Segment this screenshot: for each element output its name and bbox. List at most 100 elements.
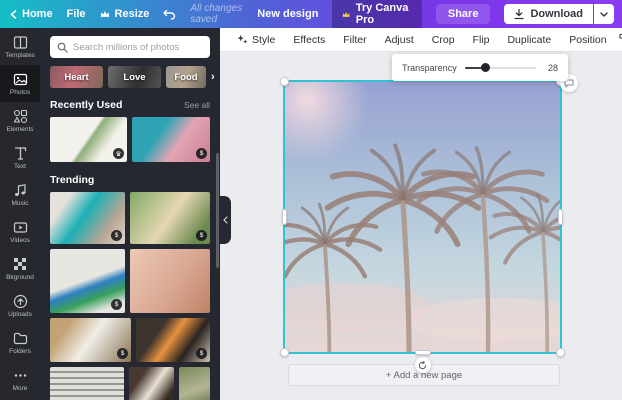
- photo-thumb-vintage-portrait[interactable]: [179, 367, 210, 400]
- sidebar-item-text[interactable]: Text: [0, 139, 40, 176]
- see-all-link[interactable]: See all: [184, 100, 210, 110]
- paid-badge: $: [111, 230, 122, 241]
- photo-thumb-overhead-potting-plants[interactable]: $: [50, 318, 131, 362]
- chip-food[interactable]: Food: [166, 66, 206, 88]
- photo-thumb-window-blinds[interactable]: [50, 367, 124, 400]
- recently-used-title: Recently Used: [50, 99, 123, 111]
- collapse-chevron-icon: [223, 216, 228, 224]
- transparency-label: Transparency: [402, 62, 457, 73]
- filter-button[interactable]: Filter: [334, 34, 375, 46]
- selection-handle-bottom[interactable]: [414, 350, 431, 355]
- photo-thumb-hands-holding-globe[interactable]: $: [50, 249, 125, 313]
- photo-thumb-man-exercising-home[interactable]: $: [50, 192, 125, 244]
- sidebar-item-label: Templates: [5, 51, 35, 59]
- copy-style-button[interactable]: [618, 31, 622, 49]
- selection-handle-bottom-left[interactable]: [280, 348, 289, 357]
- crop-button[interactable]: Crop: [423, 34, 464, 46]
- download-options-button[interactable]: [594, 4, 614, 24]
- chip-heart-label: Heart: [64, 71, 89, 83]
- selection-handle-right[interactable]: [558, 209, 563, 225]
- music-icon: [13, 183, 28, 198]
- sidebar-item-folders[interactable]: Folders: [0, 324, 40, 361]
- sidebar-item-music[interactable]: Music: [0, 176, 40, 213]
- style-button[interactable]: Style: [228, 34, 284, 46]
- sidebar-item-photos[interactable]: Photos: [0, 65, 40, 102]
- style-sparkle-icon: [237, 34, 248, 44]
- chips-next-arrow[interactable]: ›: [211, 71, 215, 83]
- back-chevron-icon: [10, 9, 17, 19]
- sidebar-item-videos[interactable]: Videos: [0, 213, 40, 250]
- photos-panel: Heart Love Food › Recently Used See all …: [40, 28, 220, 400]
- photo-thumb-girl-pink-wall[interactable]: [130, 249, 210, 313]
- adjust-button[interactable]: Adjust: [376, 34, 423, 46]
- flip-button[interactable]: Flip: [464, 34, 499, 46]
- paid-badge: $: [196, 148, 207, 159]
- sidebar-item-more[interactable]: More: [0, 361, 40, 398]
- file-menu[interactable]: File: [67, 8, 86, 20]
- autosave-status: All changes saved: [190, 3, 243, 25]
- sidebar-rail: Templates Photos Elements Text Music Videos Bk…: [0, 28, 40, 400]
- sidebar-item-label: Music: [11, 199, 29, 207]
- videos-icon: [13, 220, 28, 235]
- selection-handle-top-left[interactable]: [280, 77, 289, 86]
- palm-trees-photo: [285, 82, 560, 352]
- panel-scrollbar[interactable]: [216, 153, 219, 268]
- download-icon: [514, 8, 525, 19]
- crown-icon: [100, 11, 109, 17]
- trending-grid: $ $ $ $ $: [50, 192, 210, 400]
- rotate-icon: [418, 360, 427, 369]
- crop-label: Crop: [431, 33, 455, 46]
- sidebar-item-elements[interactable]: Elements: [0, 102, 40, 139]
- sidebar-item-uploads[interactable]: Uploads: [0, 287, 40, 324]
- transparency-slider-thumb[interactable]: [480, 62, 490, 72]
- chevron-down-icon: [600, 11, 608, 17]
- panel-collapse-button[interactable]: [220, 196, 231, 244]
- canvas-area[interactable]: Transparency 28 + Add a new page: [220, 52, 622, 400]
- resize-button[interactable]: Resize: [100, 8, 149, 20]
- chip-love[interactable]: Love: [108, 66, 161, 88]
- paid-badge: $: [111, 299, 122, 310]
- duplicate-button[interactable]: Duplicate: [498, 34, 560, 46]
- bkground-icon: [13, 257, 28, 272]
- effects-label: Effects: [293, 33, 326, 46]
- chip-heart[interactable]: Heart: [50, 66, 103, 88]
- rotate-handle[interactable]: [414, 357, 431, 373]
- flip-label: Flip: [472, 33, 490, 46]
- text-icon: [13, 146, 28, 161]
- templates-icon: [13, 35, 28, 50]
- category-chips: Heart Love Food ›: [50, 66, 215, 88]
- new-design-button[interactable]: New design: [257, 8, 318, 20]
- paid-badge: $: [196, 348, 207, 359]
- transparency-popup: Transparency 28: [392, 54, 568, 81]
- paint-roller-icon: [618, 33, 622, 39]
- sidebar-item-label: Bkground: [6, 273, 34, 281]
- effects-button[interactable]: Effects: [284, 34, 334, 46]
- undo-icon: [163, 9, 176, 20]
- sidebar-item-label: Videos: [10, 236, 30, 244]
- sidebar-item-bkground[interactable]: Bkground: [0, 250, 40, 287]
- file-label: File: [66, 8, 86, 20]
- try-canva-pro-button[interactable]: Try Canva Pro: [332, 0, 422, 30]
- topbar: Home File Resize All changes saved New d…: [0, 0, 622, 30]
- pro-crown-icon: [343, 11, 351, 17]
- transparency-slider[interactable]: [464, 62, 536, 73]
- design-page[interactable]: [285, 82, 560, 352]
- selection-handle-bottom-right[interactable]: [556, 348, 565, 357]
- photo-thumb-woman-with-pink-flowers[interactable]: $: [132, 117, 210, 162]
- photo-thumb-woman-by-fireplace[interactable]: $: [136, 318, 210, 362]
- search-input[interactable]: [73, 41, 203, 53]
- download-button[interactable]: Download: [504, 4, 593, 24]
- transparency-value: 28: [547, 62, 558, 73]
- photo-thumb-friends-outdoor-dinner[interactable]: $: [130, 192, 210, 244]
- photo-thumb-chef-in-apron[interactable]: [129, 367, 174, 400]
- home-button[interactable]: Home: [10, 8, 53, 20]
- sidebar-item-label: Text: [14, 162, 26, 170]
- share-button[interactable]: Share: [435, 4, 491, 24]
- position-button[interactable]: Position: [560, 34, 615, 46]
- sidebar-item-templates[interactable]: Templates: [0, 28, 40, 65]
- selection-handle-left[interactable]: [282, 209, 287, 225]
- photo-thumb-hand-holding-fern[interactable]: ♛: [50, 117, 127, 162]
- download-label: Download: [530, 8, 583, 20]
- undo-button[interactable]: [163, 9, 176, 20]
- adjust-label: Adjust: [384, 33, 414, 46]
